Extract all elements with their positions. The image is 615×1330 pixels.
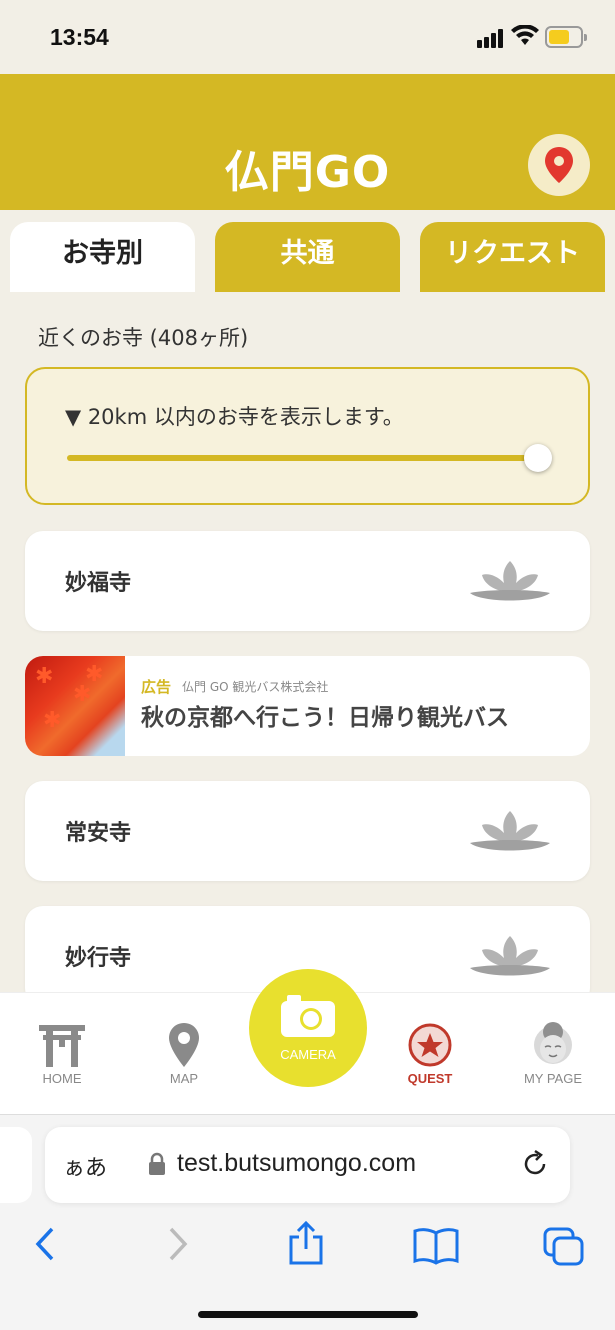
nav-map-label: MAP — [169, 1071, 199, 1086]
autumn-maple-image: ✱ ✱ ✱ ✱ — [25, 656, 125, 756]
camera-button[interactable]: CAMERA — [249, 969, 367, 1087]
status-bar: 13:54 — [0, 0, 615, 74]
address-bar[interactable]: ぁあ test.butsumongo.com — [45, 1127, 570, 1203]
temple-card[interactable]: 常安寺 — [25, 781, 590, 881]
forward-icon[interactable] — [165, 1227, 191, 1261]
map-pin-icon — [169, 1023, 199, 1067]
ad-banner[interactable]: ✱ ✱ ✱ ✱ 広告 仏門 GO 観光バス株式会社 秋の京都へ行こう！日帰り観光… — [25, 656, 590, 756]
home-indicator — [198, 1311, 418, 1318]
nav-mypage-label: MY PAGE — [523, 1071, 583, 1086]
status-time: 13:54 — [50, 24, 109, 50]
nav-quest[interactable]: QUEST — [380, 993, 480, 1115]
app-header: 仏門GO — [0, 74, 615, 210]
ad-tag: 広告 — [141, 678, 172, 696]
ad-title: 秋の京都へ行こう！日帰り観光バス — [141, 705, 509, 731]
share-icon[interactable] — [287, 1221, 325, 1265]
camera-label: CAMERA — [280, 1047, 336, 1062]
tab-temples[interactable]: お寺別 — [10, 222, 195, 292]
nav-quest-label: QUEST — [407, 1071, 453, 1086]
buddha-avatar-icon — [534, 1022, 572, 1064]
cellular-signal-icon — [477, 28, 507, 48]
category-tabs: お寺別 共通 リクエスト — [0, 210, 615, 292]
bottom-nav: HOME MAP CAMERA QUEST MY PAGE — [0, 969, 615, 1115]
tab-request[interactable]: リクエスト — [420, 222, 605, 292]
lotus-icon — [470, 561, 550, 601]
tabs-icon[interactable] — [543, 1227, 585, 1267]
distance-filter: ▼ 20km 以内のお寺を表示します。 — [25, 367, 590, 505]
text-size-button[interactable]: ぁあ — [63, 1150, 107, 1182]
nav-home[interactable]: HOME — [12, 993, 112, 1115]
nav-mypage[interactable]: MY PAGE — [503, 993, 603, 1115]
nav-home-label: HOME — [42, 1071, 82, 1086]
app-logo: 仏門GO — [224, 147, 391, 198]
nav-map[interactable]: MAP — [134, 993, 234, 1115]
url-text[interactable]: test.butsumongo.com — [177, 1149, 416, 1178]
temple-name: 妙福寺 — [65, 571, 132, 596]
distance-slider-track[interactable] — [67, 455, 542, 461]
temple-name: 妙行寺 — [65, 946, 132, 971]
temple-name: 常安寺 — [65, 821, 132, 846]
map-pin-button[interactable] — [528, 134, 590, 196]
bookmarks-icon[interactable] — [413, 1227, 459, 1265]
nearby-count-label: 近くのお寺 (408ヶ所) — [38, 326, 249, 350]
temple-card[interactable]: 妙福寺 — [25, 531, 590, 631]
previous-tab[interactable] — [0, 1127, 32, 1203]
wifi-icon — [511, 25, 539, 45]
reload-icon[interactable] — [520, 1149, 550, 1179]
torii-gate-icon — [39, 1025, 85, 1067]
star-badge-icon — [408, 1023, 452, 1067]
back-icon[interactable] — [32, 1227, 58, 1261]
lotus-icon — [470, 811, 550, 851]
distance-filter-label[interactable]: ▼ 20km 以内のお寺を表示します。 — [65, 401, 404, 431]
lock-icon — [149, 1152, 165, 1175]
lotus-icon — [470, 936, 550, 976]
distance-slider-thumb[interactable] — [524, 444, 552, 472]
ad-sponsor: 仏門 GO 観光バス株式会社 — [182, 680, 329, 694]
camera-icon — [281, 995, 335, 1037]
battery-icon — [545, 26, 587, 48]
temple-list-panel: 近くのお寺 (408ヶ所) ▼ 20km 以内のお寺を表示します。 妙福寺 ✱ … — [0, 292, 615, 1006]
map-pin-icon — [545, 147, 573, 183]
tab-common[interactable]: 共通 — [215, 222, 400, 292]
browser-chrome: ぁあ test.butsumongo.com — [0, 1114, 615, 1330]
